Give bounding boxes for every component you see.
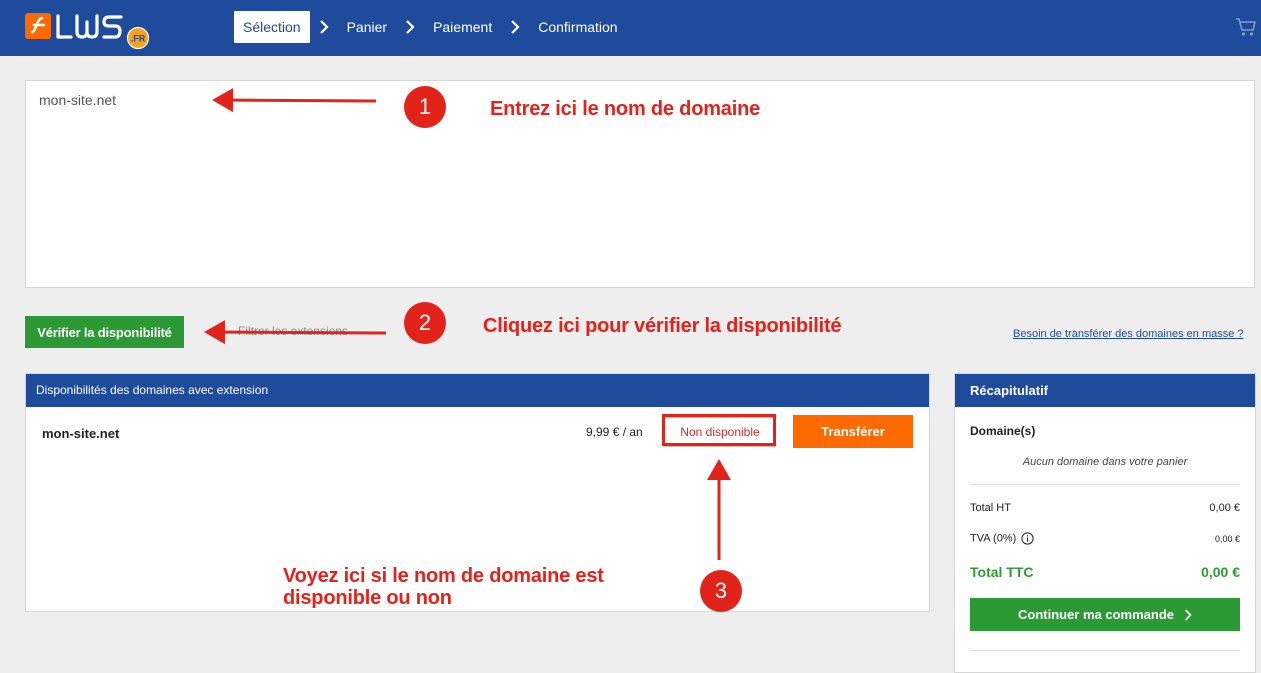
summary-domains-label: Domaine(s) [970, 424, 1036, 438]
chevron-right-icon [406, 20, 415, 34]
filter-extensions-link[interactable]: Filtrer les extensions [238, 324, 348, 338]
mass-transfer-link[interactable]: Besoin de transférer des domaines en mas… [1013, 328, 1244, 340]
step-badge-1: 1 [404, 86, 446, 128]
lws-logo-icon[interactable]: .FR [25, 8, 160, 50]
annotation-step-1: Entrez ici le nom de domaine [490, 98, 761, 120]
step-badge-3: 3 [700, 570, 742, 612]
step-panier[interactable]: Panier [338, 11, 396, 43]
table-row: mon-site.net 9,99 € / an Non disponible … [26, 407, 929, 455]
top-navigation-bar: .FR Sélection Panier Paiement Confirmati… [0, 0, 1261, 56]
total-ttc-value: 0,00 € [1201, 564, 1240, 580]
step-paiement[interactable]: Paiement [424, 11, 501, 43]
divider [970, 650, 1240, 651]
cart-icon[interactable] [1235, 16, 1257, 38]
continue-order-label: Continuer ma commande [1017, 607, 1175, 622]
continue-order-button[interactable]: Continuer ma commande [970, 598, 1240, 631]
transfer-button[interactable]: Transférer [793, 415, 913, 448]
chevron-right-icon [319, 20, 329, 34]
tva-value: 0,00 € [1214, 534, 1240, 544]
annotation-step-3-line-2: disponible ou non [283, 587, 452, 609]
info-icon[interactable] [1021, 532, 1034, 545]
summary-empty-text: Aucun domaine dans votre panier [1022, 456, 1188, 468]
chevron-right-icon [511, 20, 520, 34]
step-confirmation[interactable]: Confirmation [529, 11, 626, 43]
availability-panel-title: Disponibilités des domaines avec extensi… [26, 374, 929, 407]
result-domain-name: mon-site.net [42, 426, 120, 441]
verify-availability-button[interactable]: Vérifier la disponibilité [25, 316, 184, 348]
tva-label: TVA (0%) [970, 532, 1017, 545]
annotation-step-3-line-1: Voyez ici si le nom de domaine est [283, 565, 604, 587]
status-highlight-box [662, 414, 776, 446]
order-summary-panel: Récapitulatif Domaine(s) Aucun domaine d… [954, 373, 1256, 673]
total-ht-value: 0,00 € [1209, 502, 1240, 514]
divider [970, 484, 1240, 485]
annotation-step-2: Cliquez ici pour vérifier la disponibili… [483, 315, 842, 337]
total-ht-label: Total HT [970, 502, 1011, 514]
result-price: 9,99 € / an [586, 425, 643, 439]
logo-badge-text: .FR [131, 34, 146, 44]
summary-title: Récapitulatif [955, 374, 1255, 407]
step-selection[interactable]: Sélection [234, 11, 310, 43]
chevron-right-icon [1184, 608, 1192, 621]
checkout-steps: Sélection Panier Paiement Confirmation [234, 11, 627, 43]
tva-row: TVA (0%) [970, 532, 1034, 545]
total-ttc-label: Total TTC [970, 564, 1034, 580]
step-badge-2: 2 [404, 302, 446, 344]
